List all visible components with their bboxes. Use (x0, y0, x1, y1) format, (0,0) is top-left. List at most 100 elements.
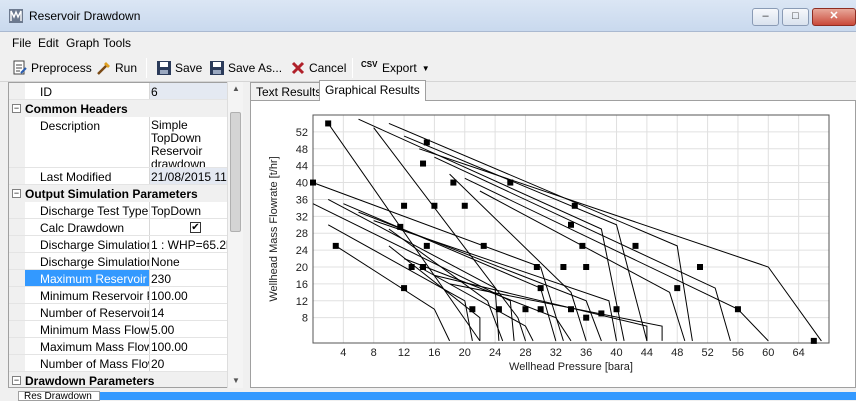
property-value: 14 (151, 306, 165, 320)
x-tick-label: 28 (519, 347, 531, 359)
data-point (450, 179, 457, 186)
property-row[interactable]: Calc Drawdown ✔ (9, 219, 228, 236)
tab-graphical-results[interactable]: Graphical Results (319, 80, 426, 101)
property-row[interactable]: Minimum Reservoir Pre 100.00 (9, 287, 228, 304)
x-tick-label: 4 (340, 347, 346, 359)
property-grid: ID 6 − Common Headers Description Simple… (8, 82, 243, 388)
preprocess-button[interactable]: Preprocess (12, 59, 92, 77)
data-point (420, 160, 427, 167)
property-row[interactable]: Number of Reservoir P 14 (9, 304, 228, 321)
data-point (583, 264, 590, 270)
property-label: Minimum Mass Flowrat (25, 321, 150, 337)
property-value: 5.00 (151, 323, 175, 337)
menu-graph[interactable]: Graph (66, 36, 99, 50)
x-tick-label: 64 (793, 347, 805, 359)
data-point (560, 264, 567, 270)
y-tick-label: 44 (296, 161, 308, 173)
tab-text-results[interactable]: Text Results (250, 82, 328, 100)
collapse-icon[interactable]: − (12, 189, 21, 198)
y-tick-label: 48 (296, 144, 308, 156)
scrollbar-thumb[interactable] (230, 112, 241, 232)
export-label: Export (382, 61, 417, 75)
property-grid-scrollbar[interactable]: ▲ ▼ (227, 82, 243, 388)
property-value: TopDown (151, 204, 202, 218)
property-value: 20 (151, 357, 165, 371)
x-tick-label: 48 (671, 347, 683, 359)
category-output-simulation[interactable]: − Output Simulation Parameters (9, 185, 228, 202)
property-value: ✔ (150, 219, 228, 235)
data-point (810, 337, 817, 344)
property-label: Calc Drawdown (25, 219, 150, 235)
save-as-label: Save As... (228, 61, 283, 75)
dropdown-arrow-icon[interactable]: ▼ (422, 64, 430, 73)
window-title: Reservoir Drawdown (29, 9, 141, 23)
drawdown-chart: 4 8 12 16 20 24 28 32 36 40 44 48 52 56 60 648121620242… (268, 114, 830, 373)
property-row[interactable]: Number of Mass Flows 20 (9, 355, 228, 372)
collapse-icon[interactable]: − (12, 376, 21, 385)
data-point (332, 242, 339, 249)
property-row-selected[interactable]: Maximum Reservoir Pr 230 (9, 270, 228, 287)
save-icon (157, 61, 171, 75)
property-label: Maximum Reservoir Pr (25, 270, 150, 286)
data-point (507, 179, 514, 186)
close-button[interactable]: ✕ (812, 8, 856, 26)
collapse-icon[interactable]: − (12, 104, 21, 113)
x-tick-label: 36 (580, 347, 592, 359)
data-point (401, 285, 408, 292)
property-value: None (151, 255, 180, 269)
property-row[interactable]: Discharge Simulation ( None (9, 253, 228, 270)
category-drawdown-parameters[interactable]: − Drawdown Parameters (9, 372, 228, 387)
x-tick-label: 44 (641, 347, 653, 359)
category-common-headers[interactable]: − Common Headers (9, 100, 228, 117)
menu-edit[interactable]: Edit (38, 36, 59, 50)
y-axis-label: Wellhead Mass Flowrate [t/hr] (268, 156, 280, 301)
minimize-button[interactable]: – (752, 8, 779, 26)
y-tick-label: 8 (302, 313, 308, 325)
cancel-button[interactable]: Cancel (290, 59, 346, 77)
data-point (632, 242, 639, 249)
property-label: Discharge Simulation ( (25, 253, 150, 269)
data-point (431, 202, 438, 209)
menu-tools[interactable]: Tools (103, 36, 131, 50)
property-row[interactable]: Minimum Mass Flowrat 5.00 (9, 321, 228, 338)
property-value: 100.00 (151, 289, 188, 303)
calc-drawdown-checkbox[interactable]: ✔ (190, 222, 201, 233)
scroll-up-icon[interactable]: ▲ (228, 82, 244, 96)
x-tick-label: 40 (610, 347, 622, 359)
property-row-last-modified[interactable]: Last Modified 21/08/2015 11: (9, 168, 228, 185)
property-row[interactable]: Maximum Mass Flowra 100.00 (9, 338, 228, 355)
property-label: ID (25, 83, 150, 99)
property-row[interactable]: Discharge Test Type TopDown (9, 202, 228, 219)
series-line (403, 258, 572, 342)
data-point (461, 202, 468, 209)
x-axis-label: Wellhead Pressure [bara] (509, 361, 633, 373)
property-value: 1 : WHP=65.2b (151, 238, 228, 252)
y-tick-label: 24 (296, 245, 308, 257)
data-point (423, 242, 430, 249)
tab-res-drawdown[interactable]: Res Drawdown (18, 391, 100, 401)
series-line (327, 224, 473, 341)
property-row[interactable]: Discharge Simulation 1 : WHP=65.2b (9, 236, 228, 253)
save-as-button[interactable]: Save As... (209, 59, 282, 77)
x-tick-label: 52 (701, 347, 713, 359)
property-row-description[interactable]: Description Simple TopDown Reservoir dra… (9, 117, 228, 168)
x-tick-label: 32 (550, 347, 562, 359)
y-tick-label: 16 (296, 279, 308, 291)
y-tick-label: 20 (296, 262, 308, 274)
data-point (537, 285, 544, 292)
run-button[interactable]: Run (96, 59, 137, 77)
chart-panel: 4 8 12 16 20 24 28 32 36 40 44 48 52 56 60 64 8 12 16 20 24 2… (250, 100, 856, 388)
save-button[interactable]: Save (156, 59, 202, 77)
x-tick-label: 8 (371, 347, 377, 359)
property-row-id[interactable]: ID 6 (9, 83, 228, 100)
menu-file[interactable]: File (12, 36, 31, 50)
property-value: 100.00 (151, 340, 188, 354)
data-point (423, 139, 430, 146)
title-bar: Reservoir Drawdown – □ ✕ (0, 0, 856, 32)
export-button[interactable]: CSV Export ▼ (361, 59, 430, 77)
scroll-down-icon[interactable]: ▼ (228, 374, 244, 388)
maximize-button[interactable]: □ (782, 8, 809, 26)
data-point (401, 202, 408, 209)
property-label: Number of Mass Flows (25, 355, 150, 371)
property-value: Simple TopDown Reservoir drawdown (151, 118, 206, 168)
